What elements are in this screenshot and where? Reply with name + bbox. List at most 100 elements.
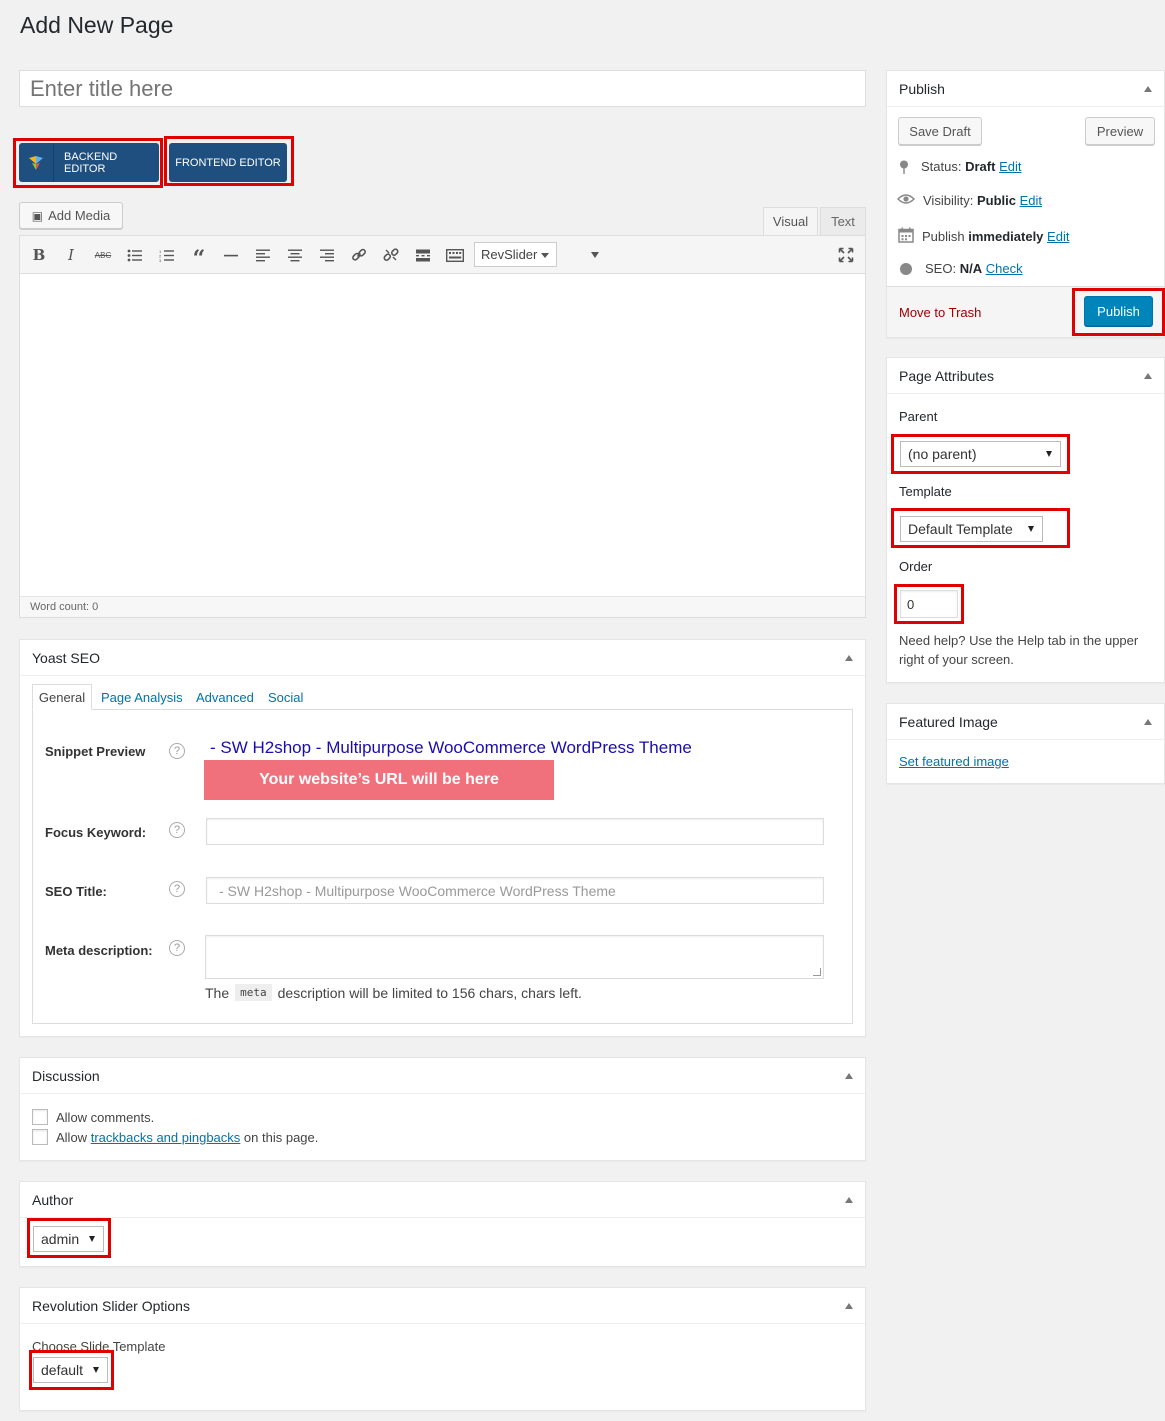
tab-social[interactable]: Social: [268, 690, 303, 705]
author-title: Author: [32, 1191, 74, 1208]
calendar-icon: [898, 227, 914, 246]
yoast-seo-title: Yoast SEO: [32, 649, 100, 666]
snippet-title: - SW H2shop - Multipurpose WooCommerce W…: [210, 738, 692, 757]
unlink-icon[interactable]: [381, 248, 401, 262]
parent-label: Parent: [899, 409, 938, 424]
publish-header[interactable]: Publish: [887, 71, 1164, 107]
template-label: Template: [899, 484, 952, 499]
template-select[interactable]: Default Template: [900, 516, 1043, 542]
bullet-list-icon[interactable]: [125, 248, 145, 262]
revslider-options-title: Revolution Slider Options: [32, 1297, 190, 1314]
collapse-icon[interactable]: [1144, 718, 1152, 725]
frontend-editor-label: FRONTEND EDITOR: [175, 156, 281, 169]
link-icon[interactable]: [349, 248, 369, 262]
collapse-icon[interactable]: [845, 1302, 853, 1309]
title-input[interactable]: [19, 70, 866, 107]
collapse-icon[interactable]: [845, 1196, 853, 1203]
order-input[interactable]: 0: [900, 590, 958, 618]
focus-keyword-label: Focus Keyword:: [45, 825, 147, 840]
frontend-editor-button[interactable]: FRONTEND EDITOR: [169, 143, 287, 182]
page-attributes-header[interactable]: Page Attributes: [887, 358, 1164, 394]
numbered-list-icon[interactable]: 123: [157, 248, 177, 262]
backend-editor-button[interactable]: BACKEND EDITOR: [19, 143, 159, 182]
svg-text:3: 3: [159, 258, 162, 262]
edit-status-link[interactable]: Edit: [999, 159, 1021, 174]
tab-page-analysis[interactable]: Page Analysis: [101, 690, 183, 705]
discussion-header[interactable]: Discussion: [20, 1058, 865, 1094]
tab-visual[interactable]: Visual: [763, 207, 818, 235]
help-icon[interactable]: ?: [169, 881, 185, 897]
focus-keyword-input[interactable]: [206, 818, 824, 845]
editor-frame: Word count: 0: [19, 235, 866, 618]
meta-description-textarea[interactable]: [205, 935, 824, 979]
fullscreen-icon[interactable]: [836, 247, 856, 263]
preview-button[interactable]: Preview: [1085, 117, 1155, 145]
seo-check-link[interactable]: Check: [986, 261, 1023, 276]
blockquote-icon[interactable]: “: [189, 246, 209, 272]
align-center-icon[interactable]: [285, 248, 305, 262]
featured-image-header[interactable]: Featured Image: [887, 704, 1164, 740]
collapse-icon[interactable]: [845, 1072, 853, 1079]
tab-text[interactable]: Text: [820, 207, 866, 235]
set-featured-image-link[interactable]: Set featured image: [899, 754, 1009, 769]
chevron-down-icon: [1046, 451, 1052, 457]
allow-trackbacks-checkbox[interactable]: [32, 1129, 48, 1145]
backend-editor-label: BACKEND EDITOR: [64, 150, 118, 175]
publish-actions: Move to Trash Publish: [887, 286, 1164, 337]
help-icon[interactable]: ?: [169, 743, 185, 759]
choose-slide-template-label: Choose Slide Template: [32, 1339, 166, 1354]
collapse-icon[interactable]: [1144, 372, 1152, 379]
align-left-icon[interactable]: [253, 248, 273, 262]
horizontal-line-icon[interactable]: [221, 248, 241, 262]
trackbacks-link[interactable]: trackbacks and pingbacks: [91, 1130, 241, 1145]
edit-schedule-link[interactable]: Edit: [1047, 229, 1069, 244]
edit-visibility-link[interactable]: Edit: [1020, 193, 1042, 208]
revslider-dropdown-label: RevSlider: [481, 247, 538, 262]
slide-template-select[interactable]: default: [33, 1357, 108, 1383]
collapse-icon[interactable]: [1144, 85, 1152, 92]
chevron-down-icon[interactable]: [591, 252, 599, 258]
seo-title-input[interactable]: - SW H2shop - Multipurpose WooCommerce W…: [206, 877, 824, 904]
discussion-title: Discussion: [32, 1067, 100, 1084]
italic-icon[interactable]: I: [61, 246, 81, 264]
save-draft-button[interactable]: Save Draft: [898, 117, 982, 145]
collapse-icon[interactable]: [845, 654, 853, 661]
revslider-options-header[interactable]: Revolution Slider Options: [20, 1288, 865, 1324]
move-to-trash-link[interactable]: Move to Trash: [899, 305, 981, 320]
revslider-dropdown[interactable]: RevSlider: [474, 242, 557, 267]
yoast-seo-header[interactable]: Yoast SEO: [20, 640, 865, 676]
tab-advanced[interactable]: Advanced: [196, 690, 254, 705]
bold-icon[interactable]: B: [29, 246, 49, 264]
snippet-url: Your website’s URL will be here: [204, 760, 554, 800]
tab-general[interactable]: General: [32, 684, 92, 710]
help-icon[interactable]: ?: [169, 940, 185, 956]
eye-icon: [896, 193, 916, 208]
editor-statusbar: Word count: 0: [20, 596, 865, 617]
meta-note: The meta description will be limited to …: [205, 984, 582, 1001]
add-media-button[interactable]: ▣ Add Media: [19, 202, 123, 229]
author-select[interactable]: admin: [33, 1226, 104, 1252]
parent-select[interactable]: (no parent): [900, 441, 1061, 467]
pin-icon: [899, 160, 909, 174]
visibility-row: Visibility: Public Edit: [896, 193, 1042, 208]
strikethrough-icon[interactable]: ABC: [93, 248, 113, 262]
allow-trackbacks-label: Allow trackbacks and pingbacks on this p…: [56, 1130, 319, 1145]
toolbar-toggle-icon[interactable]: [445, 248, 465, 262]
allow-comments-checkbox[interactable]: [32, 1109, 48, 1125]
resize-handle-icon[interactable]: [813, 968, 821, 976]
featured-image-title: Featured Image: [899, 713, 998, 730]
read-more-icon[interactable]: [413, 248, 433, 262]
author-header[interactable]: Author: [20, 1182, 865, 1218]
featured-image-box: Featured Image Set featured image: [886, 703, 1165, 784]
order-label: Order: [899, 559, 933, 574]
publish-button[interactable]: Publish: [1084, 296, 1153, 326]
meta-description-label: Meta description:: [45, 943, 153, 958]
add-media-label: Add Media: [48, 208, 111, 223]
help-text: Need help? Use the Help tab in the upper…: [899, 633, 1139, 667]
help-icon[interactable]: ?: [169, 822, 185, 838]
editor-toolbar: [20, 236, 865, 274]
align-right-icon[interactable]: [317, 248, 337, 262]
editor-content[interactable]: [20, 274, 865, 596]
add-media-icon: ▣: [31, 208, 44, 223]
seo-title-label: SEO Title:: [45, 884, 107, 899]
